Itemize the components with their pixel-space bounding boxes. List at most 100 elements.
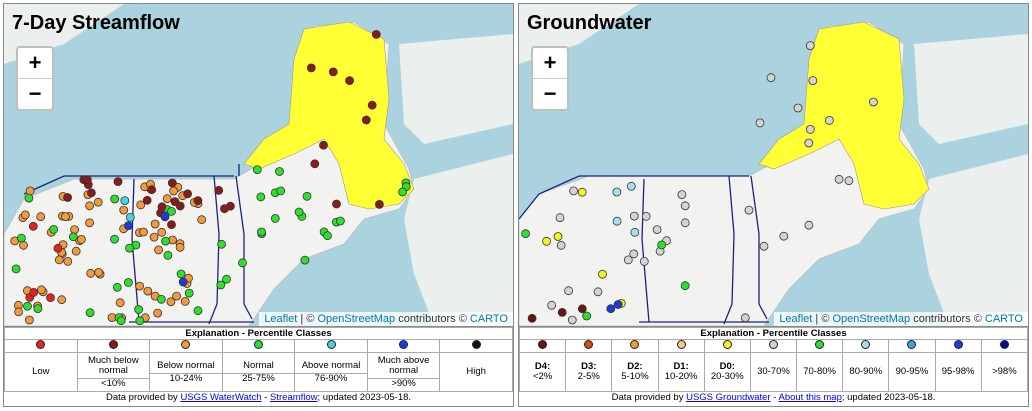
well-marker[interactable] <box>606 304 616 314</box>
gauge-marker[interactable] <box>36 212 46 222</box>
well-marker[interactable] <box>824 116 834 125</box>
well-marker[interactable] <box>612 187 622 197</box>
gauge-marker[interactable] <box>176 269 186 279</box>
gauge-marker[interactable] <box>374 199 384 209</box>
gauge-marker[interactable] <box>294 207 304 217</box>
leaflet-link[interactable]: Leaflet <box>264 313 297 325</box>
gauge-marker[interactable] <box>93 197 103 207</box>
gauge-marker[interactable] <box>28 221 38 231</box>
gauge-marker[interactable] <box>149 232 159 242</box>
well-marker[interactable] <box>804 220 814 230</box>
well-marker[interactable] <box>805 125 815 134</box>
well-marker[interactable] <box>805 41 815 50</box>
well-marker[interactable] <box>680 201 690 211</box>
gauge-marker[interactable] <box>172 291 182 301</box>
gauge-marker[interactable] <box>214 185 224 195</box>
gauge-marker[interactable] <box>124 278 133 287</box>
zoom-out-button[interactable]: − <box>533 78 567 109</box>
well-marker[interactable] <box>793 103 803 113</box>
gauge-marker[interactable] <box>68 232 78 242</box>
gauge-marker[interactable] <box>85 308 95 318</box>
gauge-marker[interactable] <box>398 187 408 197</box>
gauge-marker[interactable] <box>124 221 133 231</box>
gauge-marker[interactable] <box>238 258 247 268</box>
well-marker[interactable] <box>804 138 814 148</box>
well-marker[interactable] <box>553 232 563 241</box>
gauge-marker[interactable] <box>184 288 194 298</box>
well-marker[interactable] <box>744 205 754 215</box>
gauge-marker[interactable] <box>83 175 92 185</box>
gauge-marker[interactable] <box>276 186 286 196</box>
gauge-marker[interactable] <box>110 234 119 244</box>
waterwatch-link[interactable]: USGS WaterWatch <box>180 392 261 403</box>
osm-link[interactable]: OpenStreetMap <box>832 313 910 325</box>
gauge-marker[interactable] <box>33 304 43 314</box>
gauge-marker[interactable] <box>142 195 152 205</box>
gauge-marker[interactable] <box>112 282 122 292</box>
gauge-marker[interactable] <box>71 246 81 256</box>
gauge-marker[interactable] <box>119 205 129 215</box>
gauge-marker[interactable] <box>183 189 193 199</box>
gauge-marker[interactable] <box>125 243 134 253</box>
gauge-marker[interactable] <box>371 29 381 39</box>
gauge-marker[interactable] <box>49 224 59 234</box>
well-marker[interactable] <box>639 256 649 266</box>
streamflow-map[interactable]: 7-Day Streamflow + − Leaflet | © OpenStr… <box>4 4 513 326</box>
well-marker[interactable] <box>626 181 636 191</box>
gauge-marker[interactable] <box>25 186 35 196</box>
gauge-marker[interactable] <box>193 306 203 316</box>
gauge-marker[interactable] <box>275 167 284 176</box>
well-marker[interactable] <box>582 311 592 321</box>
well-marker[interactable] <box>657 240 667 250</box>
well-marker[interactable] <box>623 255 633 265</box>
gauge-marker[interactable] <box>61 212 70 222</box>
gauge-marker[interactable] <box>113 177 123 187</box>
well-marker[interactable] <box>547 300 557 310</box>
gauge-marker[interactable] <box>135 281 145 291</box>
gauge-marker[interactable] <box>150 219 160 229</box>
gauge-marker[interactable] <box>175 242 185 252</box>
gauge-marker[interactable] <box>14 307 24 317</box>
well-marker[interactable] <box>808 76 818 85</box>
gauge-marker[interactable] <box>23 301 32 311</box>
streamflow-link[interactable]: Streamflow <box>270 392 318 403</box>
gauge-marker[interactable] <box>153 308 163 318</box>
gauge-marker[interactable] <box>19 240 28 250</box>
gauge-marker[interactable] <box>302 191 312 201</box>
well-marker[interactable] <box>630 227 640 237</box>
gauge-marker[interactable] <box>87 188 96 198</box>
gauge-marker[interactable] <box>154 245 164 255</box>
gauge-marker[interactable] <box>63 256 73 266</box>
gauge-marker[interactable] <box>125 212 135 222</box>
gauge-marker[interactable] <box>143 286 153 296</box>
gauge-marker[interactable] <box>306 63 316 73</box>
well-marker[interactable] <box>868 97 878 107</box>
well-marker[interactable] <box>598 269 607 279</box>
gauge-marker[interactable] <box>115 298 125 308</box>
gauge-marker[interactable] <box>57 295 67 305</box>
gauge-marker[interactable] <box>323 231 332 241</box>
gauge-marker[interactable] <box>16 233 26 243</box>
gauge-marker[interactable] <box>167 178 177 188</box>
gauge-marker[interactable] <box>335 216 345 226</box>
streamflow-map-canvas[interactable] <box>4 4 513 326</box>
gauge-marker[interactable] <box>77 234 86 244</box>
well-marker[interactable] <box>680 218 690 228</box>
well-marker[interactable] <box>577 304 587 314</box>
gauge-marker[interactable] <box>160 211 170 221</box>
well-marker[interactable] <box>577 187 587 197</box>
osm-link[interactable]: OpenStreetMap <box>317 313 395 325</box>
gauge-marker[interactable] <box>70 225 79 235</box>
gauge-marker[interactable] <box>161 236 171 246</box>
gauge-marker[interactable] <box>252 165 262 175</box>
well-marker[interactable] <box>555 213 565 223</box>
well-marker[interactable] <box>759 241 769 251</box>
carto-link[interactable]: CARTO <box>470 313 508 325</box>
well-marker[interactable] <box>612 216 622 226</box>
well-marker[interactable] <box>556 240 566 250</box>
gauge-marker[interactable] <box>53 243 63 253</box>
gauge-marker[interactable] <box>11 264 21 274</box>
well-marker[interactable] <box>567 315 577 325</box>
gauge-marker[interactable] <box>197 215 207 225</box>
gauge-marker[interactable] <box>135 316 145 326</box>
